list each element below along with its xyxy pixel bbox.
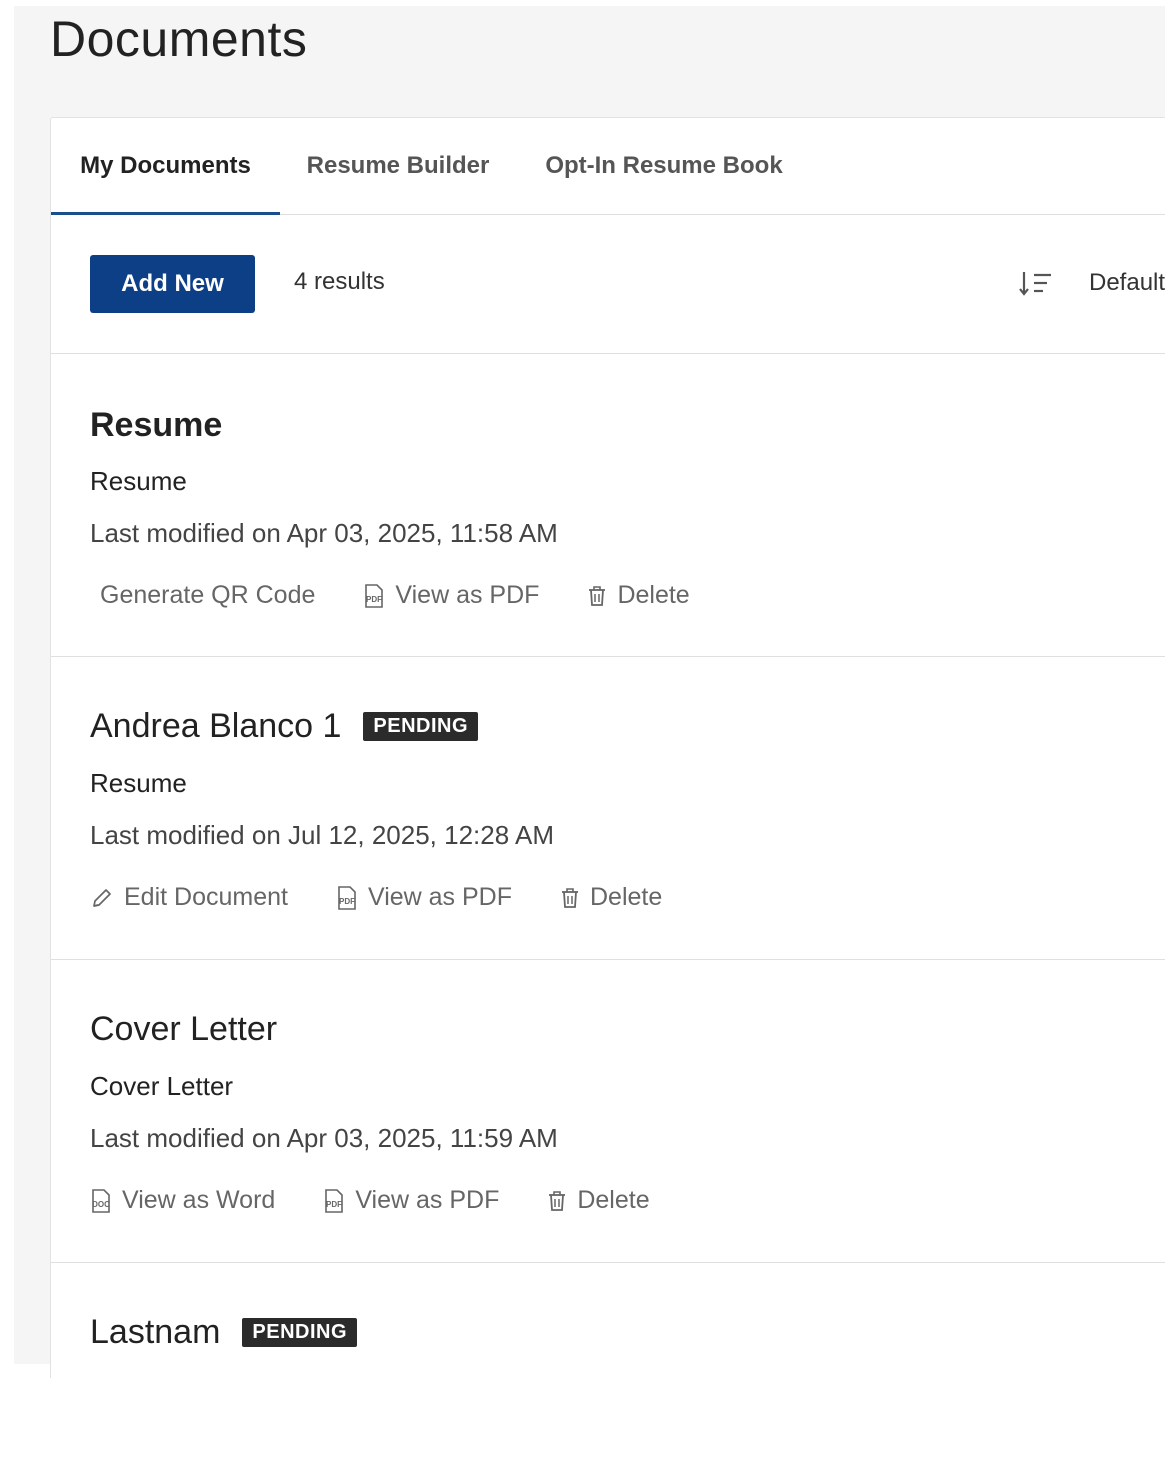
- document-item: Lastnam PENDING: [51, 1263, 1165, 1463]
- document-actions: Generate QR Code PDF View as PDF Delete: [100, 581, 738, 610]
- document-type: Resume: [90, 466, 187, 496]
- document-title[interactable]: Cover Letter: [90, 1010, 277, 1049]
- action-label: Delete: [577, 1186, 650, 1214]
- document-title-text: Andrea Blanco 1: [90, 707, 342, 745]
- document-actions: DOC View as Word PDF View as PDF Delete: [90, 1186, 698, 1215]
- trash-icon: [549, 1190, 566, 1211]
- tab-resume-builder[interactable]: Resume Builder: [287, 118, 509, 214]
- action-label: Delete: [617, 581, 690, 609]
- action-label: View as PDF: [355, 1186, 500, 1214]
- document-title[interactable]: Andrea Blanco 1 PENDING: [90, 707, 479, 746]
- sort-dropdown[interactable]: Default: [1089, 269, 1165, 297]
- document-modified-date: Last modified on Apr 03, 2025, 11:59 AM: [90, 1123, 558, 1153]
- document-item: Andrea Blanco 1 PENDING Resume Last modi…: [51, 657, 1165, 960]
- document-title-text: Cover Letter: [90, 1010, 278, 1048]
- document-modified-date: Last modified on Apr 03, 2025, 11:58 AM: [90, 518, 558, 548]
- document-title[interactable]: Lastnam PENDING: [90, 1313, 358, 1352]
- action-label: Edit Document: [124, 883, 288, 911]
- action-label: View as Word: [122, 1186, 276, 1214]
- document-type: Resume: [90, 768, 187, 798]
- view-as-pdf-button[interactable]: PDF View as PDF: [363, 581, 539, 610]
- toolbar: Add New 4 results Default: [51, 215, 1165, 354]
- view-as-word-button[interactable]: DOC View as Word: [90, 1186, 275, 1215]
- svg-text:PDF: PDF: [366, 595, 382, 604]
- tab-my-documents[interactable]: My Documents: [51, 118, 280, 215]
- view-as-pdf-button[interactable]: PDF View as PDF: [336, 883, 512, 912]
- document-item: Cover Letter Cover Letter Last modified …: [51, 960, 1165, 1263]
- pdf-icon: PDF: [325, 1188, 344, 1213]
- document-title[interactable]: Resume: [90, 406, 222, 445]
- documents-card: My Documents Resume Builder Opt-In Resum…: [50, 117, 1165, 1378]
- generate-qr-code-button[interactable]: Generate QR Code: [100, 581, 315, 610]
- page-title: Documents: [50, 11, 308, 67]
- tab-bar: My Documents Resume Builder Opt-In Resum…: [51, 118, 1165, 215]
- action-label: Delete: [590, 883, 663, 911]
- trash-icon: [589, 585, 606, 606]
- doc-icon: DOC: [92, 1188, 110, 1213]
- svg-text:PDF: PDF: [326, 1200, 342, 1209]
- pdf-icon: PDF: [365, 583, 384, 608]
- pdf-icon: PDF: [338, 885, 356, 910]
- document-title-text: Resume: [90, 406, 223, 444]
- svg-text:PDF: PDF: [339, 897, 355, 906]
- action-label: Generate QR Code: [100, 581, 316, 609]
- results-count: 4 results: [294, 268, 385, 295]
- tab-opt-in-resume-book[interactable]: Opt-In Resume Book: [525, 118, 803, 214]
- delete-button[interactable]: Delete: [560, 883, 662, 912]
- document-item: Resume Resume Last modified on Apr 03, 2…: [51, 354, 1165, 657]
- add-new-button[interactable]: Add New: [90, 255, 255, 313]
- sort-icon[interactable]: [1019, 269, 1053, 299]
- action-label: View as PDF: [367, 883, 512, 911]
- document-title-text: Lastnam: [90, 1313, 221, 1351]
- document-modified-date: Last modified on Jul 12, 2025, 12:28 AM: [90, 820, 554, 850]
- edit-document-button[interactable]: Edit Document: [90, 883, 288, 912]
- document-actions: Edit Document PDF View as PDF Delete: [90, 883, 710, 912]
- delete-button[interactable]: Delete: [547, 1186, 650, 1215]
- action-label: View as PDF: [395, 581, 540, 609]
- trash-icon: [562, 887, 578, 908]
- view-as-pdf-button[interactable]: PDF View as PDF: [323, 1186, 499, 1215]
- svg-text:DOC: DOC: [92, 1200, 110, 1209]
- delete-button[interactable]: Delete: [587, 581, 690, 610]
- status-badge: PENDING: [242, 1318, 358, 1347]
- pencil-icon: [93, 888, 111, 907]
- document-type: Cover Letter: [90, 1071, 234, 1101]
- status-badge: PENDING: [363, 712, 479, 741]
